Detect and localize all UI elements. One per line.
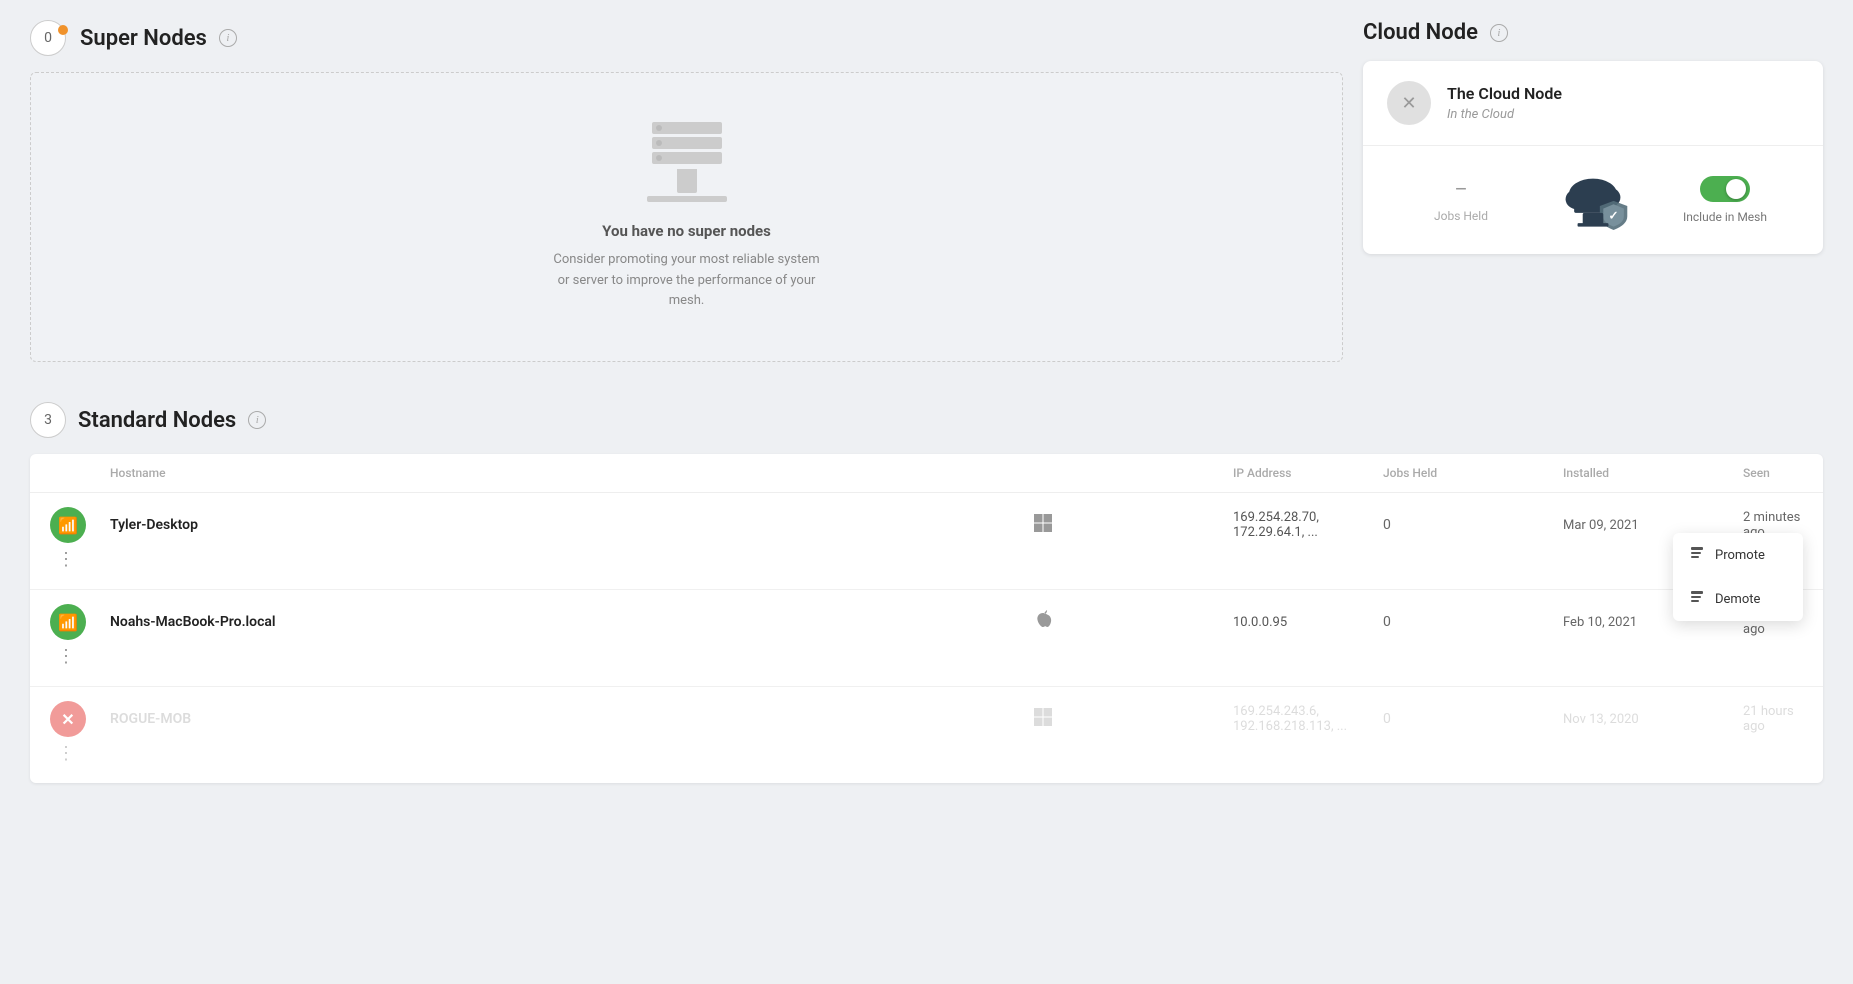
include-in-mesh-toggle[interactable] <box>1700 176 1750 202</box>
hostname-3: ROGUE-MOB <box>110 711 1033 727</box>
jobs-1: 0 <box>1383 517 1563 533</box>
promote-icon <box>1689 545 1705 565</box>
cloud-node-header-section: Cloud Node i <box>1363 20 1823 45</box>
header-hostname: Hostname <box>110 466 1033 480</box>
promote-label: Promote <box>1715 548 1765 563</box>
super-nodes-area: 0 Super Nodes i <box>30 20 1343 362</box>
installed-1: Mar 09, 2021 <box>1563 518 1743 533</box>
table-row: 📶 Tyler-Desktop 169.254.28.70, 172.29.64… <box>30 493 1823 590</box>
super-nodes-header: 0 Super Nodes i <box>30 20 1343 56</box>
context-menu: Promote Demote <box>1673 533 1803 621</box>
cloud-node-card: ✕ The Cloud Node In the Cloud – Jobs Hel… <box>1363 61 1823 254</box>
cloud-icon: ✓ <box>1558 170 1628 230</box>
jobs-2: 0 <box>1383 614 1563 630</box>
cloud-node-name: The Cloud Node <box>1447 84 1562 103</box>
super-nodes-info-icon[interactable]: i <box>219 29 237 47</box>
table-row: ✕ ROGUE-MOB 169.254.243.6, 192.168.218.1… <box>30 687 1823 783</box>
jobs-3: 0 <box>1383 711 1563 727</box>
ip-1: 169.254.28.70, 172.29.64.1, ... <box>1233 510 1383 540</box>
super-nodes-empty-state: You have no super nodes Consider promoti… <box>30 72 1343 362</box>
demote-menu-item[interactable]: Demote <box>1673 577 1803 621</box>
x-status-icon: ✕ <box>61 710 74 729</box>
cloud-node-stats: – Jobs Held <box>1363 146 1823 254</box>
status-indicator-green-2: 📶 <box>50 604 86 640</box>
page-container: 0 Super Nodes i <box>0 0 1853 803</box>
status-cell-1: 📶 <box>50 507 110 543</box>
empty-title: You have no super nodes <box>602 222 771 240</box>
demote-icon <box>1689 589 1705 609</box>
standard-nodes-title: Standard Nodes <box>78 408 236 433</box>
cloud-icon-container: ✓ <box>1527 170 1659 230</box>
hostname-1: Tyler-Desktop <box>110 517 1033 533</box>
ip-2: 10.0.0.95 <box>1233 615 1383 630</box>
super-nodes-title: Super Nodes <box>80 26 207 51</box>
cloud-node-info-icon[interactable]: i <box>1490 24 1508 42</box>
promote-menu-item[interactable]: Promote <box>1673 533 1803 577</box>
status-cell-2: 📶 <box>50 604 110 640</box>
jobs-held-label: Jobs Held <box>1434 209 1488 223</box>
standard-nodes-section: 3 Standard Nodes i Hostname IP Address J… <box>30 402 1823 783</box>
seen-3: 21 hours ago <box>1743 704 1803 734</box>
table-header: Hostname IP Address Jobs Held Installed … <box>30 454 1823 493</box>
cloud-node-title: Cloud Node <box>1363 20 1478 45</box>
include-in-mesh-container: Include in Mesh <box>1659 176 1791 224</box>
cloud-node-avatar: ✕ <box>1387 81 1431 125</box>
cloud-node-location: In the Cloud <box>1447 107 1562 122</box>
header-seen: Seen <box>1743 466 1803 480</box>
more-button-2[interactable]: ⋮ <box>50 640 82 672</box>
standard-nodes-badge: 3 <box>30 402 66 438</box>
more-button-1[interactable]: ⋮ <box>50 543 82 575</box>
close-icon: ✕ <box>1401 93 1416 114</box>
cloud-node-info: The Cloud Node In the Cloud <box>1447 84 1562 122</box>
os-icon-apple <box>1033 610 1233 635</box>
jobs-held-value: – <box>1454 177 1467 201</box>
nodes-table: Hostname IP Address Jobs Held Installed … <box>30 454 1823 783</box>
wifi-icon: 📶 <box>58 516 78 535</box>
top-section: 0 Super Nodes i <box>30 20 1823 362</box>
server-illustration <box>647 122 727 202</box>
cloud-node-area: Cloud Node i ✕ The Cloud Node In the Clo… <box>1363 20 1823 362</box>
notification-dot <box>58 25 68 35</box>
installed-3: Nov 13, 2020 <box>1563 712 1743 727</box>
standard-nodes-info-icon[interactable]: i <box>248 411 266 429</box>
os-icon-windows-3 <box>1033 707 1233 732</box>
header-ip: IP Address <box>1233 466 1383 480</box>
svg-text:✓: ✓ <box>1609 209 1619 223</box>
cloud-node-card-header: ✕ The Cloud Node In the Cloud <box>1363 61 1823 146</box>
standard-nodes-header: 3 Standard Nodes i <box>30 402 1823 438</box>
ip-3: 169.254.243.6, 192.168.218.113, ... <box>1233 704 1383 734</box>
empty-desc: Consider promoting your most reliable sy… <box>547 250 827 312</box>
more-button-3[interactable]: ⋮ <box>50 737 82 769</box>
header-status <box>50 466 110 480</box>
wifi-icon-2: 📶 <box>58 613 78 632</box>
os-icon-windows <box>1033 513 1233 538</box>
header-installed: Installed <box>1563 466 1743 480</box>
table-row: 📶 Noahs-MacBook-Pro.local 10.0.0.95 0 Fe… <box>30 590 1823 687</box>
jobs-held-stat: – Jobs Held <box>1395 177 1527 223</box>
hostname-2: Noahs-MacBook-Pro.local <box>110 614 1033 630</box>
header-os <box>1033 466 1233 480</box>
status-indicator-red: ✕ <box>50 701 86 737</box>
include-in-mesh-label: Include in Mesh <box>1683 210 1767 224</box>
header-jobs: Jobs Held <box>1383 466 1563 480</box>
status-indicator-green: 📶 <box>50 507 86 543</box>
demote-label: Demote <box>1715 592 1760 607</box>
status-cell-3: ✕ <box>50 701 110 737</box>
